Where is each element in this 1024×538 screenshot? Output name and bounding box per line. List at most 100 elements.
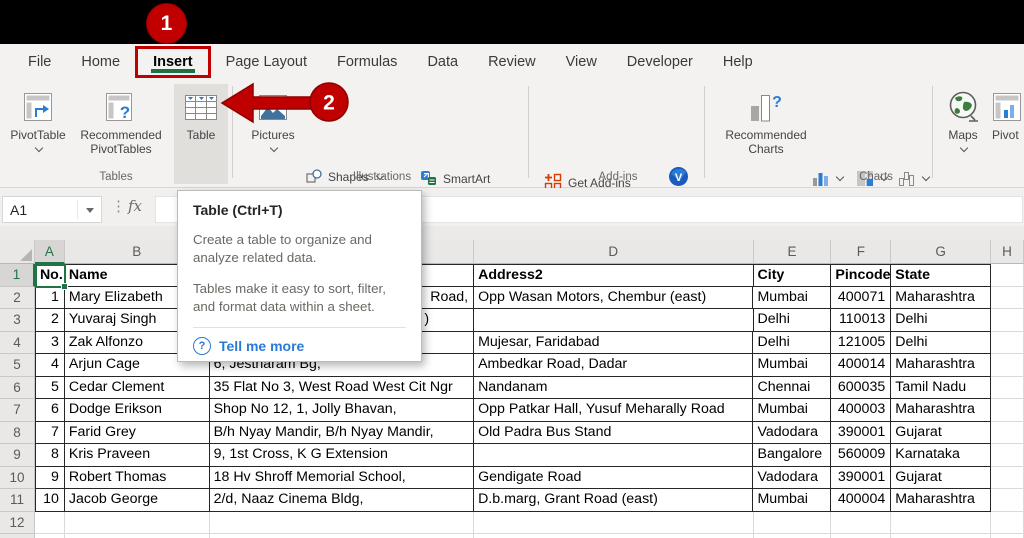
tab-review[interactable]: Review <box>473 46 551 78</box>
cell-H9[interactable] <box>991 444 1024 467</box>
cell-E1[interactable]: City <box>753 264 832 287</box>
cell-C12[interactable] <box>209 511 475 534</box>
cell-E3[interactable]: Delhi <box>753 309 832 332</box>
cell-C6[interactable]: 35 Flat No 3, West Road West Cit Ngr <box>209 376 475 399</box>
cell-D13[interactable] <box>474 534 754 538</box>
tab-file[interactable]: File <box>13 46 66 78</box>
cell-F12[interactable] <box>831 511 892 534</box>
cell-H11[interactable] <box>991 489 1024 512</box>
row-header-4[interactable]: 4 <box>0 331 35 354</box>
cell-C11[interactable]: 2/d, Naaz Cinema Bldg, <box>209 489 475 512</box>
cell-B6[interactable]: Cedar Clement <box>64 376 210 399</box>
cell-C9[interactable]: 9, 1st Cross, K G Extension <box>209 444 475 467</box>
tab-formulas[interactable]: Formulas <box>322 46 412 78</box>
recommended-pivottables-button[interactable]: ? Recommended PivotTables <box>70 84 172 156</box>
tab-help[interactable]: Help <box>708 46 768 78</box>
cell-E2[interactable]: Mumbai <box>753 286 832 309</box>
tell-me-more-link[interactable]: ? Tell me more <box>193 337 406 355</box>
cell-H5[interactable] <box>991 354 1024 377</box>
cell-H6[interactable] <box>991 376 1024 399</box>
cell-D1[interactable]: Address2 <box>474 264 754 287</box>
cell-D12[interactable] <box>474 511 754 534</box>
row-header-2[interactable]: 2 <box>0 286 35 309</box>
cell-E7[interactable]: Mumbai <box>753 399 832 422</box>
cell-B7[interactable]: Dodge Erikson <box>64 399 210 422</box>
col-header-E[interactable]: E <box>753 240 832 264</box>
cell-F4[interactable]: 121005 <box>831 331 892 354</box>
cell-F9[interactable]: 560009 <box>831 444 892 467</box>
cell-B9[interactable]: Kris Praveen <box>64 444 210 467</box>
cell-F13[interactable] <box>831 534 892 538</box>
cell-B13[interactable] <box>64 534 210 538</box>
row-header-8[interactable]: 8 <box>0 421 35 444</box>
cell-A4[interactable]: 3 <box>34 331 65 354</box>
fx-icon[interactable]: fx <box>128 197 142 215</box>
cell-C13[interactable] <box>209 534 475 538</box>
cell-D3[interactable] <box>474 309 754 332</box>
row-header-5[interactable]: 5 <box>0 354 35 377</box>
cell-D7[interactable]: Opp Patkar Hall, Yusuf Meharally Road <box>474 399 754 422</box>
cell-D10[interactable]: Gendigate Road <box>474 466 754 489</box>
cell-A8[interactable]: 7 <box>34 421 65 444</box>
row-header-6[interactable]: 6 <box>0 376 35 399</box>
cell-E11[interactable]: Mumbai <box>753 489 832 512</box>
cell-C10[interactable]: 18 Hv Shroff Memorial School, <box>209 466 475 489</box>
cell-H13[interactable] <box>991 534 1024 538</box>
cell-D11[interactable]: D.b.marg, Grant Road (east) <box>474 489 754 512</box>
row-header-1[interactable]: 1 <box>0 264 35 287</box>
row-header-3[interactable]: 3 <box>0 309 35 332</box>
cell-D4[interactable]: Mujesar, Faridabad <box>474 331 754 354</box>
cell-G6[interactable]: Tamil Nadu <box>891 376 992 399</box>
cell-G1[interactable]: State <box>891 264 992 287</box>
cell-G10[interactable]: Gujarat <box>891 466 992 489</box>
cell-F6[interactable]: 600035 <box>831 376 892 399</box>
row-header-9[interactable]: 9 <box>0 444 35 467</box>
cell-G3[interactable]: Delhi <box>891 309 992 332</box>
cell-H4[interactable] <box>991 331 1024 354</box>
col-header-A[interactable]: A <box>34 240 65 264</box>
cell-D9[interactable] <box>474 444 754 467</box>
cell-B11[interactable]: Jacob George <box>64 489 210 512</box>
row-header-13[interactable]: 13 <box>0 534 35 538</box>
cell-G13[interactable] <box>891 534 992 538</box>
cell-D8[interactable]: Old Padra Bus Stand <box>474 421 754 444</box>
cell-G2[interactable]: Maharashtra <box>891 286 992 309</box>
name-box[interactable]: A1 <box>2 196 102 223</box>
cell-H10[interactable] <box>991 466 1024 489</box>
cell-H3[interactable] <box>991 309 1024 332</box>
cell-B8[interactable]: Farid Grey <box>64 421 210 444</box>
cell-G9[interactable]: Karnataka <box>891 444 992 467</box>
tab-view[interactable]: View <box>551 46 612 78</box>
cell-A10[interactable]: 9 <box>34 466 65 489</box>
cell-E5[interactable]: Mumbai <box>753 354 832 377</box>
cell-C7[interactable]: Shop No 12, 1, Jolly Bhavan, <box>209 399 475 422</box>
tab-data[interactable]: Data <box>412 46 473 78</box>
cell-F11[interactable]: 400004 <box>831 489 892 512</box>
cell-B12[interactable] <box>64 511 210 534</box>
cell-E12[interactable] <box>753 511 832 534</box>
cell-G5[interactable]: Maharashtra <box>891 354 992 377</box>
col-header-F[interactable]: F <box>831 240 892 264</box>
cell-G12[interactable] <box>891 511 992 534</box>
cell-F10[interactable]: 390001 <box>831 466 892 489</box>
select-all-corner[interactable] <box>0 240 35 264</box>
recommended-charts-button[interactable]: ? Recommended Charts <box>722 84 810 156</box>
cell-H12[interactable] <box>991 511 1024 534</box>
pivottable-button[interactable]: PivotTable <box>8 84 68 153</box>
cell-F8[interactable]: 390001 <box>831 421 892 444</box>
tab-developer[interactable]: Developer <box>612 46 708 78</box>
tab-page-layout[interactable]: Page Layout <box>211 46 322 78</box>
cell-E13[interactable] <box>753 534 832 538</box>
cell-G7[interactable]: Maharashtra <box>891 399 992 422</box>
cell-A5[interactable]: 4 <box>34 354 65 377</box>
cell-D6[interactable]: Nandanam <box>474 376 754 399</box>
cell-A13[interactable] <box>34 534 65 538</box>
row-header-12[interactable]: 12 <box>0 511 35 534</box>
cell-F1[interactable]: Pincode <box>831 264 892 287</box>
cell-A7[interactable]: 6 <box>34 399 65 422</box>
cell-C8[interactable]: B/h Nyay Mandir, B/h Nyay Mandir, <box>209 421 475 444</box>
cell-F5[interactable]: 400014 <box>831 354 892 377</box>
cell-E9[interactable]: Bangalore <box>753 444 832 467</box>
cell-G8[interactable]: Gujarat <box>891 421 992 444</box>
row-header-11[interactable]: 11 <box>0 489 35 512</box>
